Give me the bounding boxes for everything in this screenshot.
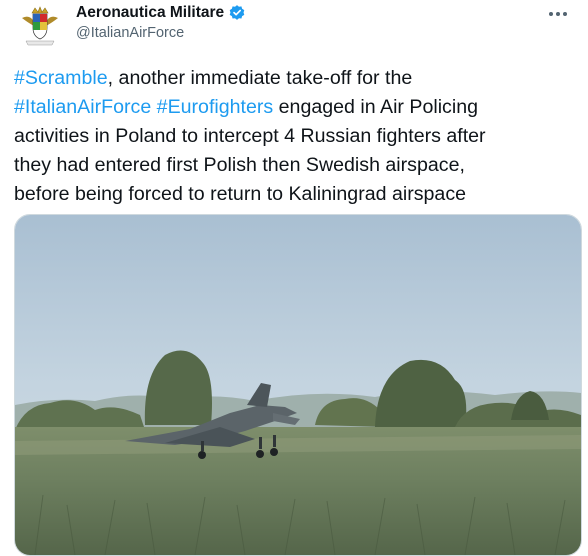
more-icon[interactable] [548,2,568,20]
tweet-line-1: #Scramble, another immediate take-off fo… [14,64,584,93]
tweet-line-5: before being forced to return to Kalinin… [14,183,467,205]
hashtag-italianairforce-link[interactable]: #ItalianAirForce [14,96,151,118]
display-name[interactable]: Aeronautica Militare [76,3,246,23]
tweet-line-2: #ItalianAirForce #Eurofighters engaged i… [14,93,584,122]
tweet-line-1-text: , another immediate take-off for the [107,67,413,89]
tweet-line-3: activities in Poland to intercept 4 Russ… [14,125,486,147]
tweet-photo[interactable] [14,214,582,556]
tweet-line-2-text: engaged in Air Policing [273,96,479,118]
display-name-text[interactable]: Aeronautica Militare [76,3,224,23]
tweet-line-4: they had entered first Polish then Swedi… [14,154,465,176]
tweet-text: #Scramble, another immediate take-off fo… [14,64,584,209]
crest-icon[interactable] [18,4,62,48]
handle[interactable]: @ItalianAirForce [76,24,184,42]
tweet-header: Aeronautica Militare @ItalianAirForce [0,0,588,60]
hashtag-eurofighters-link[interactable]: #Eurofighters [157,96,274,118]
hashtag-scramble-link[interactable]: #Scramble [14,67,108,89]
verified-badge-icon [228,4,246,22]
